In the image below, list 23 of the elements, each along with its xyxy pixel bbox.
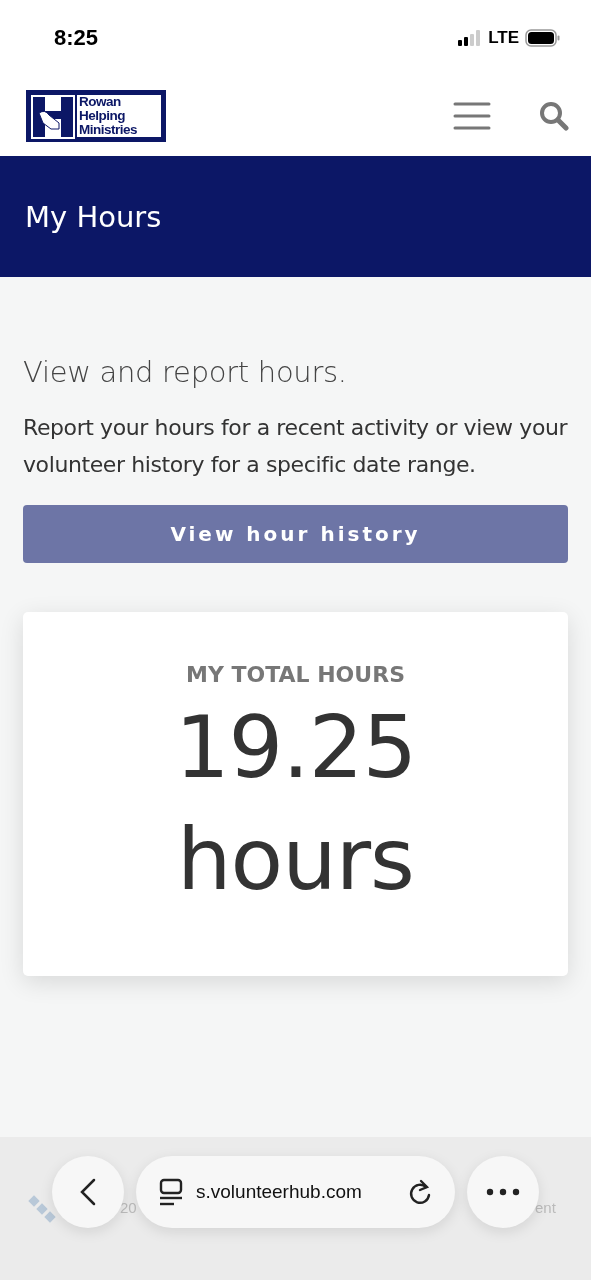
network-label: LTE bbox=[488, 27, 519, 48]
more-icon[interactable] bbox=[486, 1188, 520, 1196]
logo-text: Rowan bbox=[79, 94, 122, 109]
hours-value: 19.25 bbox=[174, 696, 417, 799]
hours-unit: hours bbox=[177, 808, 414, 911]
signal-icon bbox=[458, 29, 483, 46]
logo-text: Ministries bbox=[79, 122, 139, 137]
page-title: My Hours bbox=[25, 199, 162, 234]
menu-icon[interactable] bbox=[453, 100, 491, 131]
battery-icon bbox=[525, 28, 561, 47]
logo-text: Helping bbox=[79, 108, 125, 123]
clock-time: 8:25 bbox=[54, 24, 99, 51]
card-label: MY TOTAL HOURS bbox=[186, 662, 405, 687]
reload-icon[interactable] bbox=[407, 1178, 433, 1206]
view-history-button[interactable]: View hour history bbox=[23, 505, 568, 563]
search-icon[interactable] bbox=[539, 100, 569, 131]
back-icon[interactable] bbox=[78, 1177, 98, 1207]
intro-paragraph: Report your hours for a recent activity or view your volunteer history for a specific date range. bbox=[23, 414, 568, 479]
url-text: s.volunteerhub.com bbox=[196, 1181, 363, 1203]
address-bar[interactable]: s.volunteerhub.com bbox=[136, 1156, 455, 1228]
section-heading: View and report hours. bbox=[23, 355, 348, 389]
reader-icon[interactable] bbox=[158, 1178, 184, 1206]
logo-background[interactable]: Rowan Helping Ministries bbox=[26, 89, 166, 142]
